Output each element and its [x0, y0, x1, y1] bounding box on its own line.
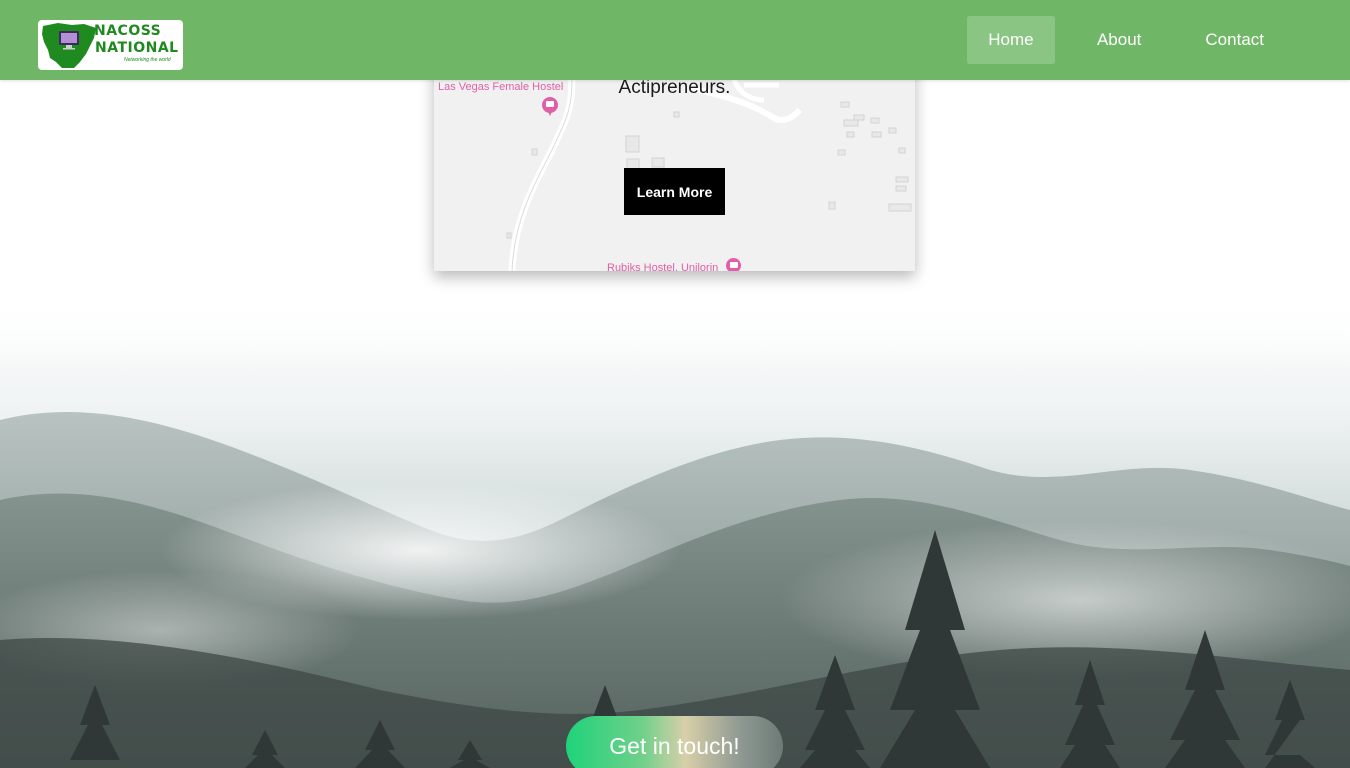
- logo-title: NATIONAL: [95, 40, 179, 56]
- header: NACOSS NATIONAL Networking the world Hom…: [0, 0, 1350, 80]
- logo-title: NACOSS: [94, 23, 162, 39]
- main-nav: Home About Contact: [966, 16, 1286, 64]
- hostel-pin-icon[interactable]: [542, 97, 558, 116]
- learn-more-button[interactable]: Learn More: [624, 168, 725, 215]
- hostel-pin-icon[interactable]: [726, 258, 741, 271]
- map-place-label: Rubiks Hostel, Unilorin: [607, 262, 719, 271]
- nav-about[interactable]: About: [1075, 16, 1163, 64]
- nav-contact[interactable]: Contact: [1183, 16, 1286, 64]
- hero-background-image: [0, 300, 1350, 768]
- logo-tagline: Networking the world: [124, 57, 171, 63]
- card-text: Actipreneurs.: [618, 77, 731, 98]
- logo[interactable]: NACOSS NATIONAL Networking the world: [38, 20, 183, 70]
- page: Las Vegas Female Hostel Rubiks Hostel, U…: [0, 0, 1350, 768]
- get-in-touch-button[interactable]: Get in touch!: [566, 716, 783, 768]
- nav-home[interactable]: Home: [966, 16, 1055, 64]
